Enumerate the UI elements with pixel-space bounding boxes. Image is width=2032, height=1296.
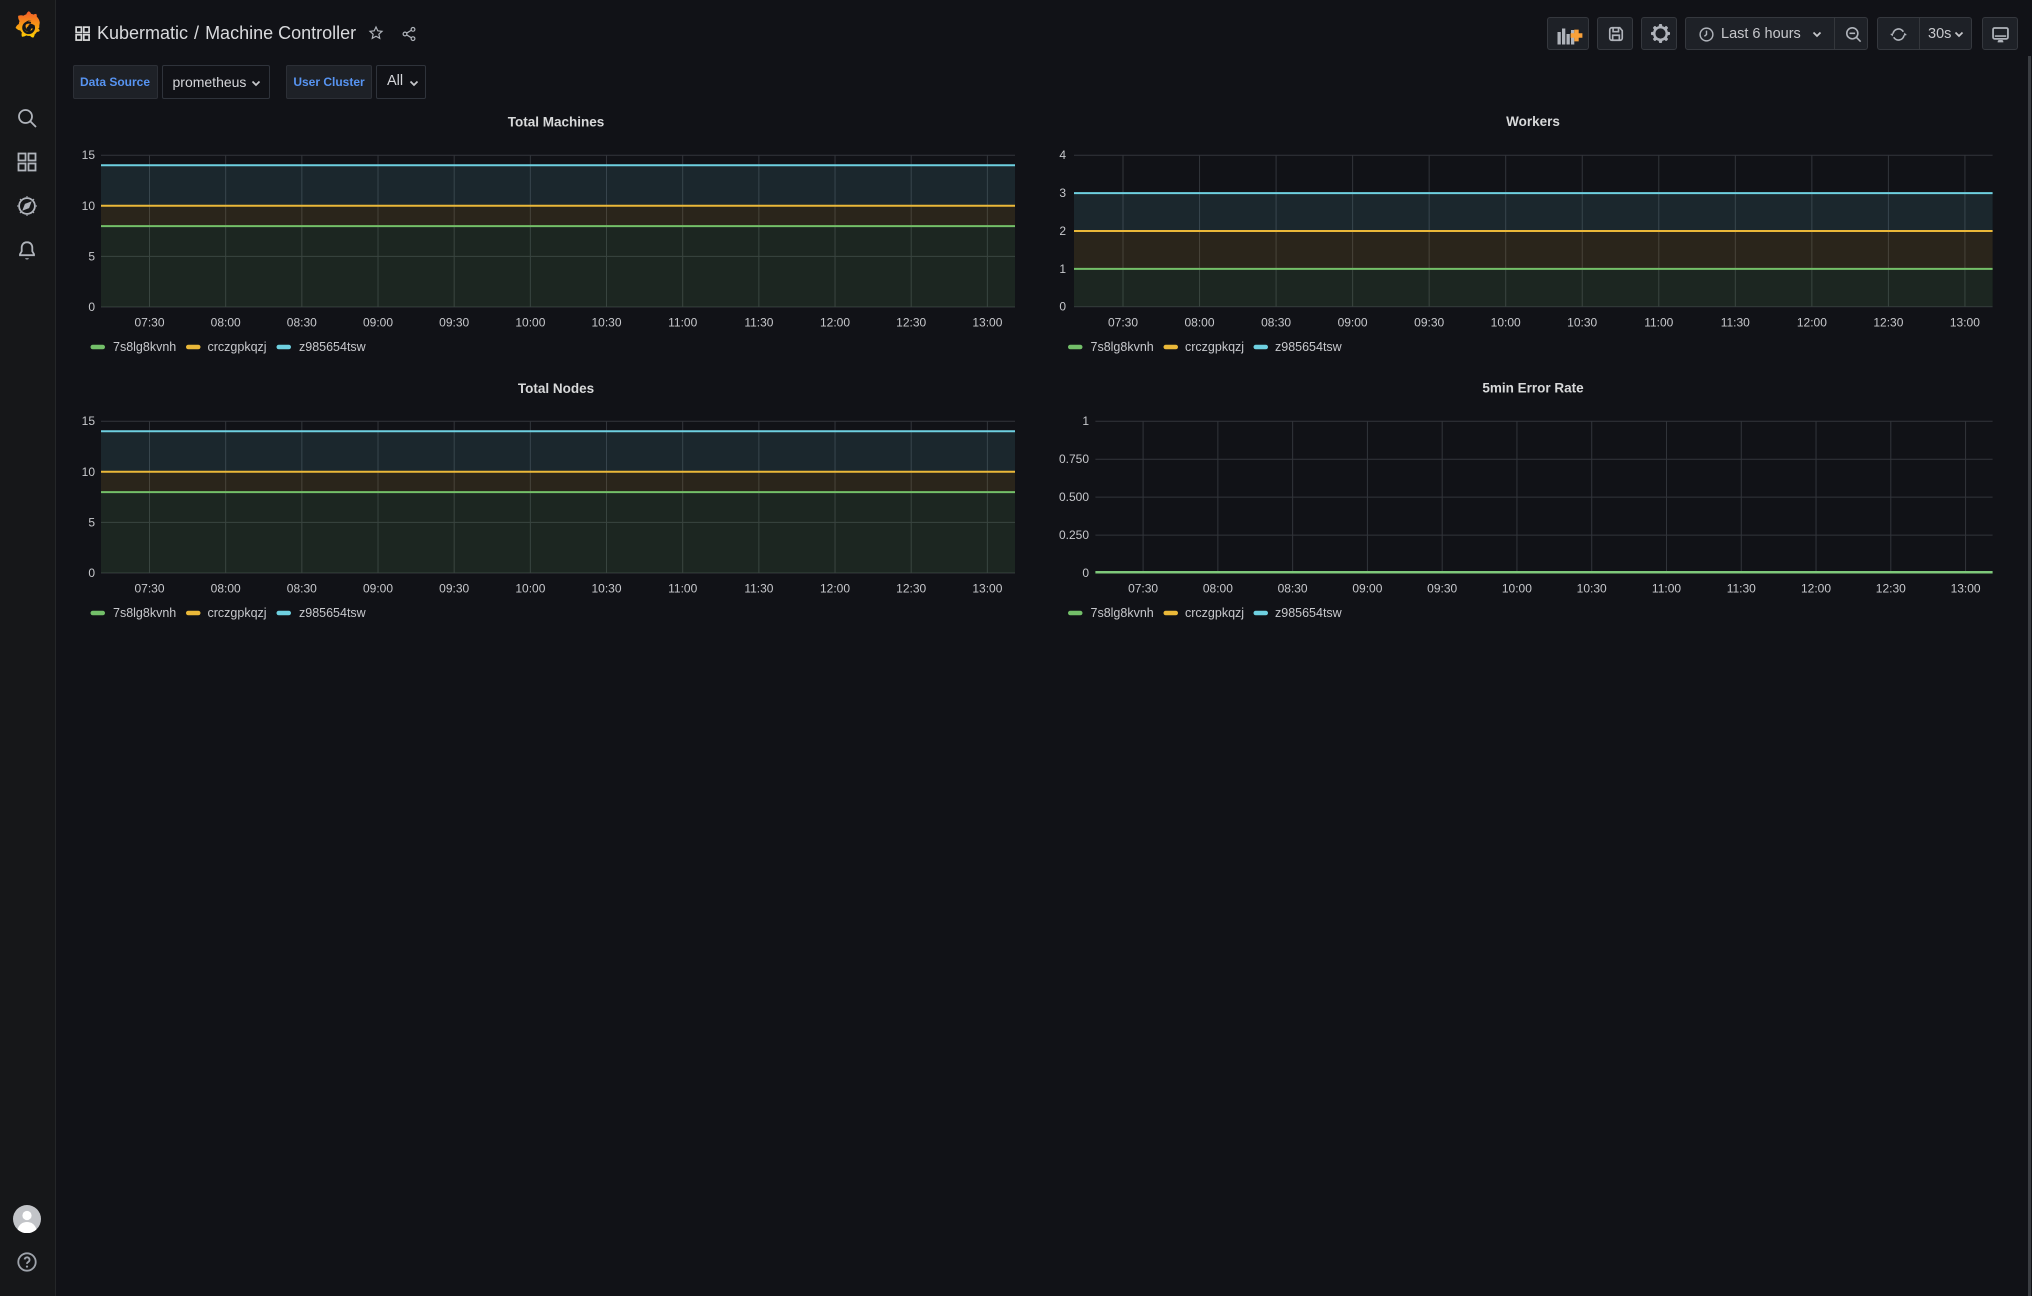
- svg-text:09:00: 09:00: [1338, 316, 1368, 330]
- svg-text:07:30: 07:30: [1108, 316, 1138, 330]
- svg-text:5: 5: [88, 515, 95, 529]
- svg-text:08:30: 08:30: [287, 582, 317, 596]
- svg-text:crczgpkqzj: crczgpkqzj: [208, 606, 267, 620]
- svg-text:09:00: 09:00: [363, 582, 393, 596]
- svg-text:09:30: 09:30: [1427, 582, 1457, 596]
- svg-text:11:00: 11:00: [668, 582, 697, 596]
- svg-text:12:30: 12:30: [1876, 582, 1906, 596]
- svg-text:z985654tsw: z985654tsw: [299, 340, 367, 354]
- svg-text:7s8lg8kvnh: 7s8lg8kvnh: [113, 606, 176, 620]
- svg-text:07:30: 07:30: [134, 582, 164, 596]
- svg-text:13:00: 13:00: [972, 316, 1002, 330]
- svg-text:11:30: 11:30: [1721, 316, 1750, 330]
- svg-text:7s8lg8kvnh: 7s8lg8kvnh: [1091, 606, 1154, 620]
- svg-text:09:00: 09:00: [1352, 582, 1382, 596]
- svg-text:09:30: 09:30: [439, 316, 469, 330]
- svg-text:12:00: 12:00: [1797, 316, 1827, 330]
- svg-text:10:30: 10:30: [1577, 582, 1607, 596]
- svg-text:0.250: 0.250: [1059, 528, 1089, 542]
- svg-text:z985654tsw: z985654tsw: [1275, 606, 1343, 620]
- svg-text:0.500: 0.500: [1059, 490, 1089, 504]
- svg-text:09:00: 09:00: [363, 316, 393, 330]
- svg-text:07:30: 07:30: [134, 316, 164, 330]
- svg-text:07:30: 07:30: [1128, 582, 1158, 596]
- svg-text:08:00: 08:00: [211, 316, 241, 330]
- svg-text:7s8lg8kvnh: 7s8lg8kvnh: [1091, 340, 1154, 354]
- svg-text:08:00: 08:00: [1184, 316, 1214, 330]
- svg-text:10:30: 10:30: [591, 582, 621, 596]
- svg-text:09:30: 09:30: [1414, 316, 1444, 330]
- svg-text:7s8lg8kvnh: 7s8lg8kvnh: [113, 340, 176, 354]
- svg-text:08:00: 08:00: [1203, 582, 1233, 596]
- svg-text:0.750: 0.750: [1059, 452, 1089, 466]
- svg-text:Total Machines: Total Machines: [508, 115, 605, 130]
- svg-text:10: 10: [82, 199, 96, 213]
- svg-text:13:00: 13:00: [1951, 582, 1981, 596]
- svg-text:10:30: 10:30: [591, 316, 621, 330]
- svg-text:08:00: 08:00: [211, 582, 241, 596]
- svg-text:11:30: 11:30: [744, 582, 773, 596]
- svg-text:13:00: 13:00: [972, 582, 1002, 596]
- svg-text:5min Error Rate: 5min Error Rate: [1482, 381, 1584, 396]
- svg-text:Workers: Workers: [1506, 114, 1560, 129]
- svg-text:1: 1: [1082, 414, 1089, 428]
- svg-text:Total Nodes: Total Nodes: [518, 381, 594, 396]
- svg-text:11:30: 11:30: [1727, 582, 1756, 596]
- svg-text:z985654tsw: z985654tsw: [299, 606, 367, 620]
- svg-text:0: 0: [88, 300, 95, 314]
- svg-text:11:00: 11:00: [668, 316, 697, 330]
- svg-text:09:30: 09:30: [439, 582, 469, 596]
- svg-text:10:00: 10:00: [515, 316, 545, 330]
- svg-text:crczgpkqzj: crczgpkqzj: [1185, 606, 1244, 620]
- svg-text:4: 4: [1059, 148, 1066, 162]
- svg-text:0: 0: [88, 566, 95, 580]
- svg-text:08:30: 08:30: [1261, 316, 1291, 330]
- svg-text:11:00: 11:00: [1644, 316, 1673, 330]
- svg-text:12:00: 12:00: [1801, 582, 1831, 596]
- svg-text:2: 2: [1059, 224, 1066, 238]
- svg-text:13:00: 13:00: [1950, 316, 1980, 330]
- svg-text:crczgpkqzj: crczgpkqzj: [1185, 340, 1244, 354]
- svg-text:11:30: 11:30: [744, 316, 773, 330]
- svg-text:0: 0: [1082, 566, 1089, 580]
- svg-text:10:00: 10:00: [1491, 316, 1521, 330]
- svg-text:11:00: 11:00: [1652, 582, 1681, 596]
- svg-text:08:30: 08:30: [287, 316, 317, 330]
- svg-text:0: 0: [1059, 300, 1066, 314]
- svg-text:5: 5: [88, 249, 95, 263]
- svg-text:10:00: 10:00: [515, 582, 545, 596]
- svg-text:15: 15: [82, 414, 96, 428]
- svg-text:15: 15: [82, 148, 96, 162]
- svg-text:crczgpkqzj: crczgpkqzj: [208, 340, 267, 354]
- svg-text:3: 3: [1059, 186, 1066, 200]
- svg-text:10:30: 10:30: [1567, 316, 1597, 330]
- svg-text:10:00: 10:00: [1502, 582, 1532, 596]
- svg-text:12:00: 12:00: [820, 316, 850, 330]
- svg-text:12:30: 12:30: [1873, 316, 1903, 330]
- svg-text:12:30: 12:30: [896, 582, 926, 596]
- svg-text:08:30: 08:30: [1278, 582, 1308, 596]
- svg-text:12:00: 12:00: [820, 582, 850, 596]
- svg-text:1: 1: [1059, 262, 1066, 276]
- svg-text:z985654tsw: z985654tsw: [1275, 340, 1343, 354]
- svg-text:12:30: 12:30: [896, 316, 926, 330]
- svg-text:10: 10: [82, 465, 96, 479]
